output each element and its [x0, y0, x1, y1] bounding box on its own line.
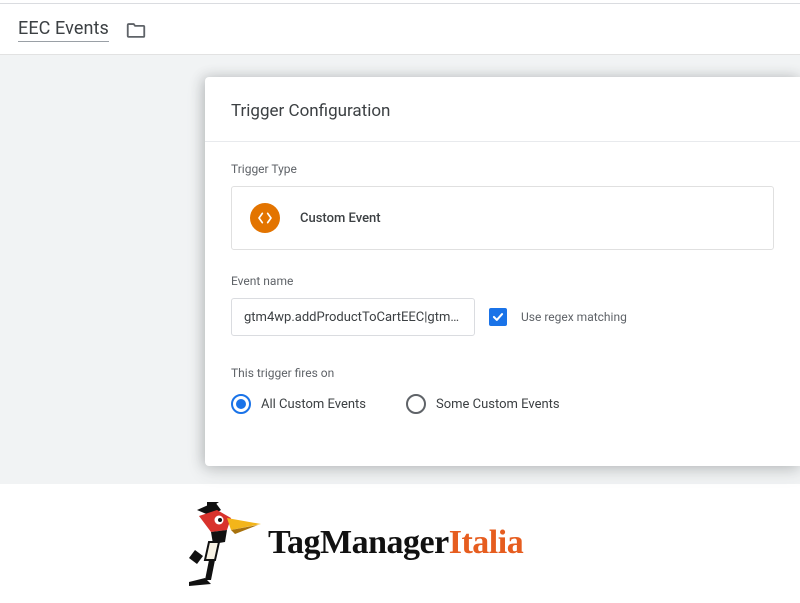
event-name-label: Event name — [231, 274, 774, 288]
radio-some-custom-events[interactable]: Some Custom Events — [406, 394, 560, 414]
folder-icon[interactable] — [125, 19, 147, 41]
trigger-type-name: Custom Event — [300, 211, 381, 226]
brand-logo-text: TagManagerItalia — [268, 524, 523, 562]
trigger-type-label: Trigger Type — [231, 162, 774, 176]
regex-checkbox-label: Use regex matching — [521, 310, 627, 324]
workspace: Trigger Configuration Trigger Type Custo… — [0, 54, 800, 484]
woodpecker-icon — [175, 498, 270, 588]
fires-on-label: This trigger fires on — [231, 366, 774, 380]
card-title: Trigger Configuration — [231, 101, 774, 121]
radio-some-label: Some Custom Events — [436, 397, 560, 412]
regex-checkbox[interactable] — [489, 308, 507, 326]
brand-logo: TagManagerItalia — [175, 498, 523, 588]
event-name-input[interactable] — [231, 298, 475, 336]
page-title[interactable]: EEC Events — [18, 18, 109, 42]
brand-logo-part2: Italia — [449, 524, 523, 561]
radio-icon-unselected — [406, 394, 426, 414]
radio-icon-selected — [231, 394, 251, 414]
custom-event-icon — [250, 203, 280, 233]
trigger-config-card: Trigger Configuration Trigger Type Custo… — [205, 77, 800, 466]
radio-all-custom-events[interactable]: All Custom Events — [231, 394, 366, 414]
page-header: EEC Events — [0, 4, 800, 54]
brand-logo-part1: TagManager — [268, 524, 449, 561]
radio-all-label: All Custom Events — [261, 397, 366, 412]
trigger-type-selector[interactable]: Custom Event — [231, 186, 774, 250]
